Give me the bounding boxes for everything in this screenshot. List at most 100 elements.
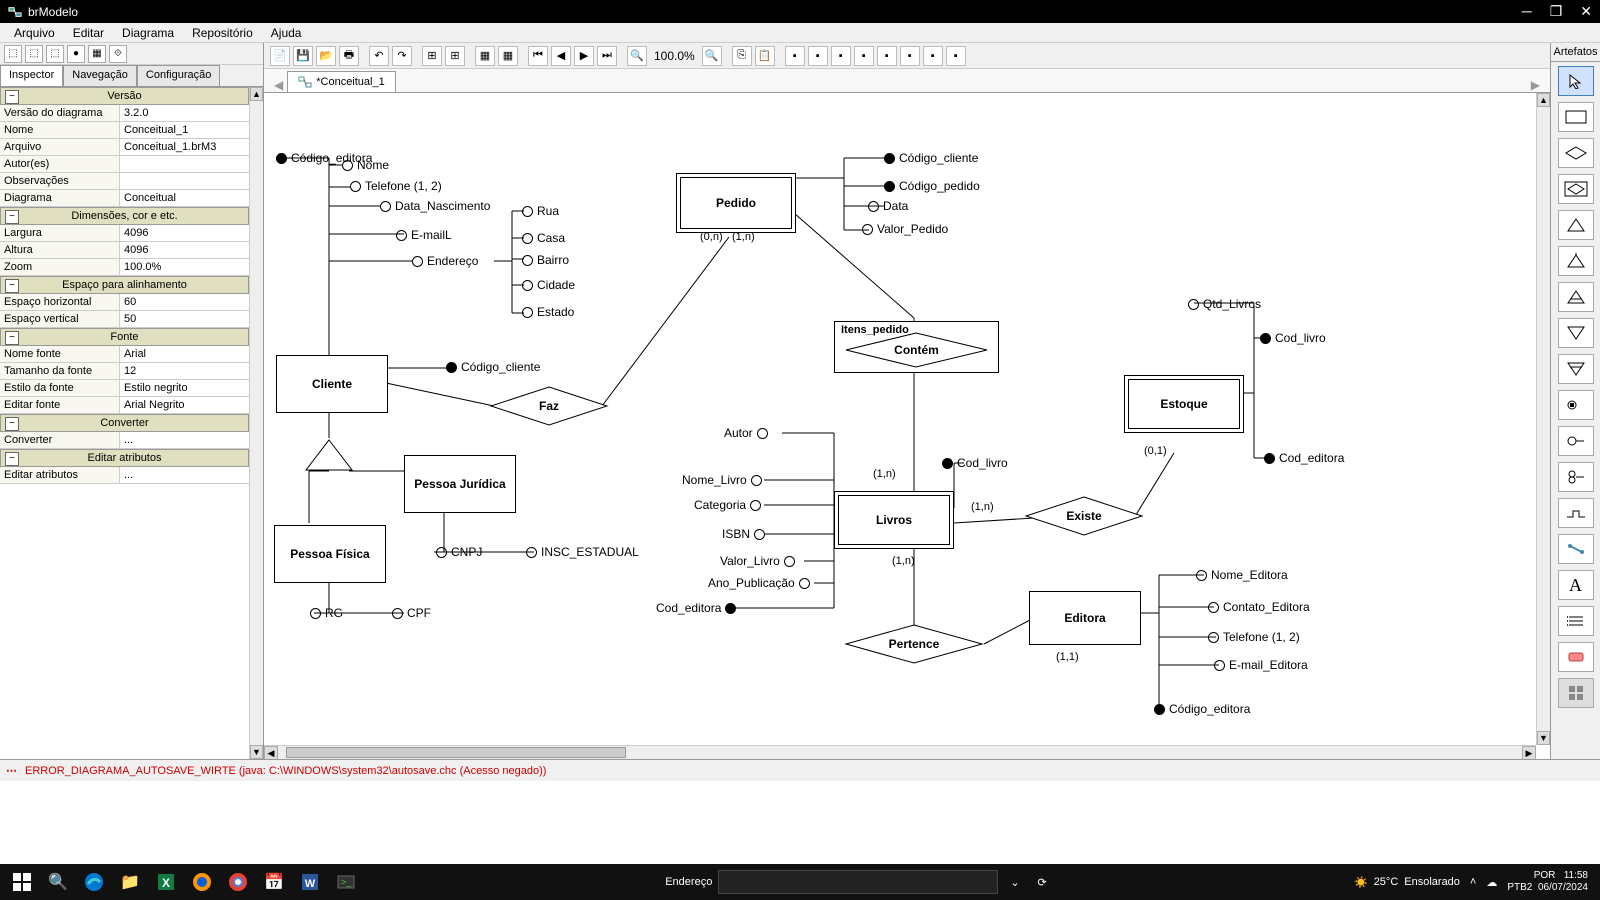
- prop-altura[interactable]: 4096: [120, 242, 249, 258]
- taskbar-refresh-icon[interactable]: ⟳: [1032, 876, 1053, 889]
- attr-ano-pub[interactable]: Ano_Publicação: [708, 576, 810, 590]
- tool-btn-6[interactable]: ⟐: [109, 45, 127, 63]
- attr-codigo-pedido[interactable]: Código_pedido: [884, 179, 980, 193]
- doc-tab-conceitual[interactable]: *Conceitual_1: [287, 71, 396, 92]
- attr-contato-editora[interactable]: Contato_Editora: [1208, 600, 1310, 614]
- tray-chevron-icon[interactable]: ˄: [1470, 876, 1476, 888]
- rel-faz[interactable]: Faz: [489, 385, 609, 427]
- attr-cod-livro2[interactable]: Cod_livro: [1260, 331, 1326, 345]
- attr-cod-livro[interactable]: Cod_livro: [942, 456, 1008, 470]
- entity-estoque[interactable]: Estoque: [1124, 375, 1244, 433]
- prop-diagrama[interactable]: Conceitual: [120, 190, 249, 206]
- toolbar-group-icon[interactable]: ▦: [475, 46, 495, 66]
- attr-data[interactable]: Data: [868, 199, 908, 213]
- toolbar-first-icon[interactable]: ⏮: [528, 46, 548, 66]
- section-espaco[interactable]: −Espaço para alinhamento: [0, 276, 249, 294]
- attr-cidade[interactable]: Cidade: [522, 278, 575, 292]
- palette-spec-icon[interactable]: [1558, 210, 1594, 240]
- attr-casa[interactable]: Casa: [522, 231, 565, 245]
- chrome-icon[interactable]: [220, 864, 256, 900]
- toolbar-ungroup-icon[interactable]: ▦: [498, 46, 518, 66]
- rel-existe[interactable]: Existe: [1024, 495, 1144, 537]
- prop-esp-h[interactable]: 60: [120, 294, 249, 310]
- palette-assoc-entity-icon[interactable]: [1558, 174, 1594, 204]
- toolbar-a3-icon[interactable]: ▪: [831, 46, 851, 66]
- section-versao[interactable]: −Versão: [0, 87, 249, 105]
- attr-cpf[interactable]: CPF: [392, 606, 431, 620]
- excel-icon[interactable]: X: [148, 864, 184, 900]
- prop-editar-attr[interactable]: ...: [120, 467, 249, 483]
- prop-esp-v[interactable]: 50: [120, 311, 249, 327]
- menu-editar[interactable]: Editar: [65, 24, 112, 42]
- attr-autor[interactable]: Autor: [724, 426, 768, 440]
- palette-line-icon[interactable]: [1558, 498, 1594, 528]
- toolbar-a5-icon[interactable]: ▪: [877, 46, 897, 66]
- attr-categoria[interactable]: Categoria: [694, 498, 761, 512]
- attr-email-editora[interactable]: E-mail_Editora: [1214, 658, 1308, 672]
- toolbar-print-icon[interactable]: 🖶: [339, 46, 359, 66]
- attr-endereco[interactable]: Endereço: [412, 254, 478, 268]
- toolbar-align1-icon[interactable]: ⊞: [422, 46, 442, 66]
- palette-spec2-icon[interactable]: [1558, 246, 1594, 276]
- entity-editora[interactable]: Editora: [1029, 591, 1141, 645]
- prop-tam-fonte[interactable]: 12: [120, 363, 249, 379]
- calendar-icon[interactable]: 📅: [256, 864, 292, 900]
- prop-versao-diagrama[interactable]: 3.2.0: [120, 105, 249, 121]
- tool-btn-2[interactable]: ⬚: [25, 45, 43, 63]
- palette-spec5-icon[interactable]: [1558, 354, 1594, 384]
- attr-nome[interactable]: Nome: [342, 158, 389, 172]
- toolbar-open-icon[interactable]: 📂: [316, 46, 336, 66]
- tool-btn-3[interactable]: ⬚: [46, 45, 64, 63]
- close-button[interactable]: ✕: [1580, 3, 1592, 20]
- palette-entity-icon[interactable]: [1558, 102, 1594, 132]
- palette-pointer-icon[interactable]: [1558, 66, 1594, 96]
- edge-icon[interactable]: [76, 864, 112, 900]
- attr-codigo-cliente2[interactable]: Código_cliente: [884, 151, 978, 165]
- prop-nome-fonte[interactable]: Arial: [120, 346, 249, 362]
- taskbar-clock[interactable]: POR 11:58 PTB2 06/07/2024: [1507, 870, 1588, 894]
- attr-rg[interactable]: RG: [310, 606, 343, 620]
- menu-diagrama[interactable]: Diagrama: [114, 24, 182, 42]
- attr-cnpj[interactable]: CNPJ: [436, 545, 482, 559]
- palette-link-icon[interactable]: [1558, 534, 1594, 564]
- attr-codigo-editora2[interactable]: Código_editora: [1154, 702, 1250, 716]
- palette-attr-key-icon[interactable]: [1558, 390, 1594, 420]
- weather-widget[interactable]: ☀️ 25°C Ensolarado: [1354, 876, 1460, 889]
- toolbar-zoomfit-icon[interactable]: 🔍: [702, 46, 722, 66]
- entity-pessoa-juridica[interactable]: Pessoa Jurídica: [404, 455, 516, 513]
- toolbar-a1-icon[interactable]: ▪: [785, 46, 805, 66]
- toolbar-last-icon[interactable]: ⏭: [597, 46, 617, 66]
- attr-cod-editora[interactable]: Cod_editora: [656, 601, 736, 615]
- prop-obs[interactable]: [120, 173, 249, 189]
- tab-configuracao[interactable]: Configuração: [137, 65, 220, 86]
- canvas-vscroll[interactable]: ▲ ▼: [1536, 93, 1550, 745]
- toolbar-a8-icon[interactable]: ▪: [946, 46, 966, 66]
- tab-prev-icon[interactable]: ◀: [270, 78, 287, 92]
- taskbar-addr-input[interactable]: [718, 870, 998, 894]
- menu-ajuda[interactable]: Ajuda: [263, 24, 310, 42]
- toolbar-undo-icon[interactable]: ↶: [369, 46, 389, 66]
- toolbar-copy-icon[interactable]: ⎘: [732, 46, 752, 66]
- tool-btn-5[interactable]: ▦: [88, 45, 106, 63]
- attr-data-nasc[interactable]: Data_Nascimento: [380, 199, 490, 213]
- minimize-button[interactable]: ─: [1522, 3, 1532, 20]
- prop-arquivo[interactable]: Conceitual_1.brM3: [120, 139, 249, 155]
- scroll-up-icon[interactable]: ▲: [250, 87, 263, 101]
- attr-bairro[interactable]: Bairro: [522, 253, 569, 267]
- attr-rua[interactable]: Rua: [522, 204, 559, 218]
- toolbar-align2-icon[interactable]: ⊞: [445, 46, 465, 66]
- scroll-down-icon[interactable]: ▼: [250, 745, 263, 759]
- prop-largura[interactable]: 4096: [120, 225, 249, 241]
- entity-cliente[interactable]: Cliente: [276, 355, 388, 413]
- palette-relation-icon[interactable]: [1558, 138, 1594, 168]
- toolbar-a7-icon[interactable]: ▪: [923, 46, 943, 66]
- tool-btn-1[interactable]: ⬚: [4, 45, 22, 63]
- attr-nome-livro[interactable]: Nome_Livro: [682, 473, 762, 487]
- entity-pessoa-fisica[interactable]: Pessoa Física: [274, 525, 386, 583]
- entity-livros[interactable]: Livros: [834, 491, 954, 549]
- palette-attr-icon[interactable]: [1558, 426, 1594, 456]
- attr-estado[interactable]: Estado: [522, 305, 574, 319]
- palette-list-icon[interactable]: [1558, 606, 1594, 636]
- toolbar-new-icon[interactable]: 📄: [270, 46, 290, 66]
- maximize-button[interactable]: ❐: [1550, 3, 1563, 20]
